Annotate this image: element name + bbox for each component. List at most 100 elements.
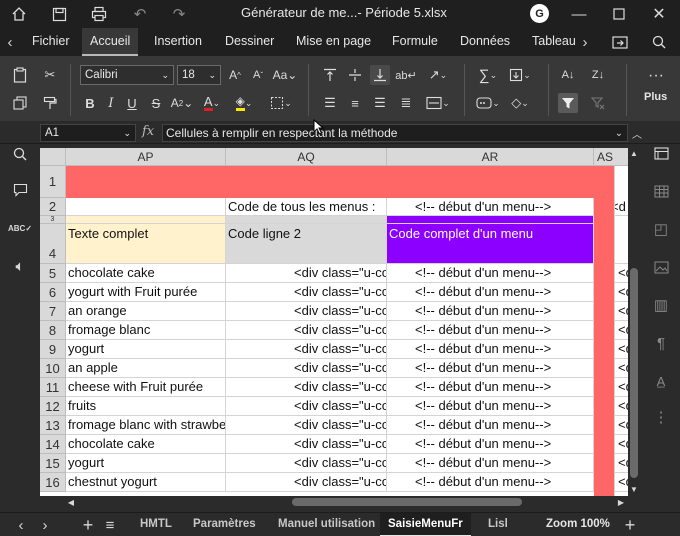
avatar[interactable]: G <box>530 4 549 23</box>
minimize-icon[interactable]: — <box>570 5 588 23</box>
justify-icon[interactable]: ≣ <box>396 93 416 113</box>
font-color-icon[interactable]: A ⌄ <box>200 93 224 113</box>
cell-aq2[interactable]: Code de tous les menus : <box>226 198 387 216</box>
cell-ar[interactable]: <!-- début d'un menu--> <box>387 435 594 454</box>
align-center-icon[interactable]: ≡ <box>345 93 365 113</box>
align-left-icon[interactable]: ☰ <box>320 93 340 113</box>
filter-icon[interactable] <box>558 93 578 113</box>
row-header[interactable]: 8 <box>40 321 66 340</box>
sheet-tab-saisiemenufr[interactable]: SaisieMenuFr <box>380 513 471 536</box>
cell-ap[interactable]: fruits <box>66 397 226 416</box>
row-header[interactable]: 13 <box>40 416 66 435</box>
strikethrough-icon[interactable]: S <box>146 93 166 113</box>
home-icon[interactable] <box>10 5 28 23</box>
cell-ar[interactable]: <!-- début d'un menu--> <box>387 454 594 473</box>
cell-ap[interactable]: yogurt <box>66 454 226 473</box>
cell-aq[interactable]: <div class="u-co <box>226 321 387 340</box>
column-header-as[interactable]: AS <box>594 148 628 166</box>
underline-icon[interactable]: U <box>122 93 142 113</box>
search-icon[interactable] <box>10 144 30 164</box>
sheet-tab-manuel[interactable]: Manuel utilisation <box>270 513 383 536</box>
formula-expand-chevron-icon[interactable]: ⌄ <box>612 125 626 141</box>
more-label[interactable]: Plus <box>644 91 667 103</box>
cell-ar[interactable]: <!-- début d'un menu--> <box>387 264 594 283</box>
shapes-icon[interactable]: ◰ <box>652 220 670 238</box>
row-header[interactable]: 9 <box>40 340 66 359</box>
cell-ap[interactable]: chocolate cake <box>66 435 226 454</box>
cell-ar2[interactable]: <!-- début d'un menu--> <box>387 198 594 216</box>
cell-ap[interactable]: cheese with Fruit purée <box>66 378 226 397</box>
cell-ap[interactable]: yogurt with Fruit purée <box>66 283 226 302</box>
tab-accueil[interactable]: Accueil <box>82 28 139 56</box>
scroll-up-icon[interactable]: ▲ <box>629 148 639 158</box>
row-header[interactable]: 15 <box>40 454 66 473</box>
sheet-tab-hmtl[interactable]: HMTL <box>132 513 180 536</box>
tabs-right-chevron-icon[interactable]: › <box>578 33 592 51</box>
scroll-left-icon[interactable]: ◀ <box>66 497 76 507</box>
row-header-2[interactable]: 2 <box>40 198 66 216</box>
row-header[interactable]: 7 <box>40 302 66 321</box>
cell-aq3[interactable] <box>226 216 387 224</box>
decrease-font-icon[interactable]: Aˇ <box>248 65 268 85</box>
row-header[interactable]: 10 <box>40 359 66 378</box>
sheet-list-icon[interactable]: ≡ <box>102 516 118 534</box>
align-right-icon[interactable]: ☰ <box>370 93 390 113</box>
sheet-tab-lisl[interactable]: Lisl <box>480 513 508 536</box>
format-painter-icon[interactable] <box>40 93 60 113</box>
redo-icon[interactable]: ↷ <box>170 5 188 23</box>
row-header[interactable]: 5 <box>40 264 66 283</box>
paste-icon[interactable] <box>10 65 30 85</box>
cell-ar[interactable]: <!-- début d'un menu--> <box>387 397 594 416</box>
orientation-icon[interactable]: ↗ ⌄ <box>424 65 452 85</box>
undo-icon[interactable]: ↶ <box>131 5 149 23</box>
tab-mise-en-page[interactable]: Mise en page <box>288 28 379 56</box>
more-icon[interactable]: ··· <box>646 66 666 86</box>
paragraph-icon[interactable]: ¶ <box>652 334 670 352</box>
zoom-in-icon[interactable]: + <box>622 515 638 535</box>
cell-ap4[interactable]: Texte complet <box>66 224 226 264</box>
cell-ar3[interactable] <box>387 216 594 224</box>
horizontal-scroll-thumb[interactable] <box>292 498 522 506</box>
print-icon[interactable] <box>90 5 108 23</box>
cell-ar[interactable]: <!-- début d'un menu--> <box>387 473 594 492</box>
cell-ap[interactable]: fromage blanc with strawbe <box>66 416 226 435</box>
cell-ap2[interactable] <box>66 198 226 216</box>
number-format-icon[interactable]: ⌄ <box>474 93 502 113</box>
vertical-scrollbar[interactable]: ▲ ▼ <box>628 148 640 496</box>
merge-cells-icon[interactable]: ⌄ <box>424 93 452 113</box>
cell-aq[interactable]: <div class="u-co <box>226 435 387 454</box>
cell-ap[interactable]: fromage blanc <box>66 321 226 340</box>
close-icon[interactable]: ✕ <box>650 5 668 23</box>
cell-ap[interactable]: yogurt <box>66 340 226 359</box>
row-header[interactable]: 14 <box>40 435 66 454</box>
formula-input[interactable]: Cellules à remplir en respectant la méth… <box>162 124 628 142</box>
row-header-4[interactable]: 4 <box>40 224 66 264</box>
row-header-1[interactable]: 1 <box>40 166 66 198</box>
row-header-3[interactable]: 3 <box>40 216 66 224</box>
row1-merged-cell[interactable] <box>66 166 594 198</box>
read-aloud-icon[interactable]: 🔈︎ <box>10 256 30 276</box>
cell-aq[interactable]: <div class="u-co <box>226 397 387 416</box>
tabs-left-chevron-icon[interactable]: ‹ <box>3 33 17 51</box>
tab-insertion[interactable]: Insertion <box>146 28 210 56</box>
sheet-tab-parametres[interactable]: Paramètres <box>185 513 264 536</box>
horizontal-scrollbar[interactable]: ◀ ▶ <box>66 496 628 508</box>
cell-aq[interactable]: <div class="u-co <box>226 454 387 473</box>
cell-ap3[interactable] <box>66 216 226 224</box>
tab-tableau[interactable]: Tableau <box>524 28 576 56</box>
cell-ap[interactable]: chestnut yogurt <box>66 473 226 492</box>
table-icon[interactable] <box>652 182 670 200</box>
increase-font-icon[interactable]: A ^ <box>225 65 245 85</box>
change-case-icon[interactable]: Aa⌄ <box>271 65 299 85</box>
clear-icon[interactable]: ◇ ⌄ <box>506 93 534 113</box>
sort-ascending-icon[interactable]: A↓ <box>558 65 578 85</box>
font-size-select[interactable]: 18 ⌄ <box>177 65 221 85</box>
add-sheet-icon[interactable]: + <box>80 515 96 535</box>
borders-icon[interactable]: ⌄ <box>268 93 294 113</box>
cell-aq[interactable]: <div class="u-co <box>226 283 387 302</box>
cell-ar[interactable]: <!-- début d'un menu--> <box>387 321 594 340</box>
tab-formule[interactable]: Formule <box>384 28 446 56</box>
column-header-aq[interactable]: AQ <box>226 148 387 166</box>
cell-ar[interactable]: <!-- début d'un menu--> <box>387 283 594 302</box>
select-all-corner[interactable] <box>40 148 66 166</box>
